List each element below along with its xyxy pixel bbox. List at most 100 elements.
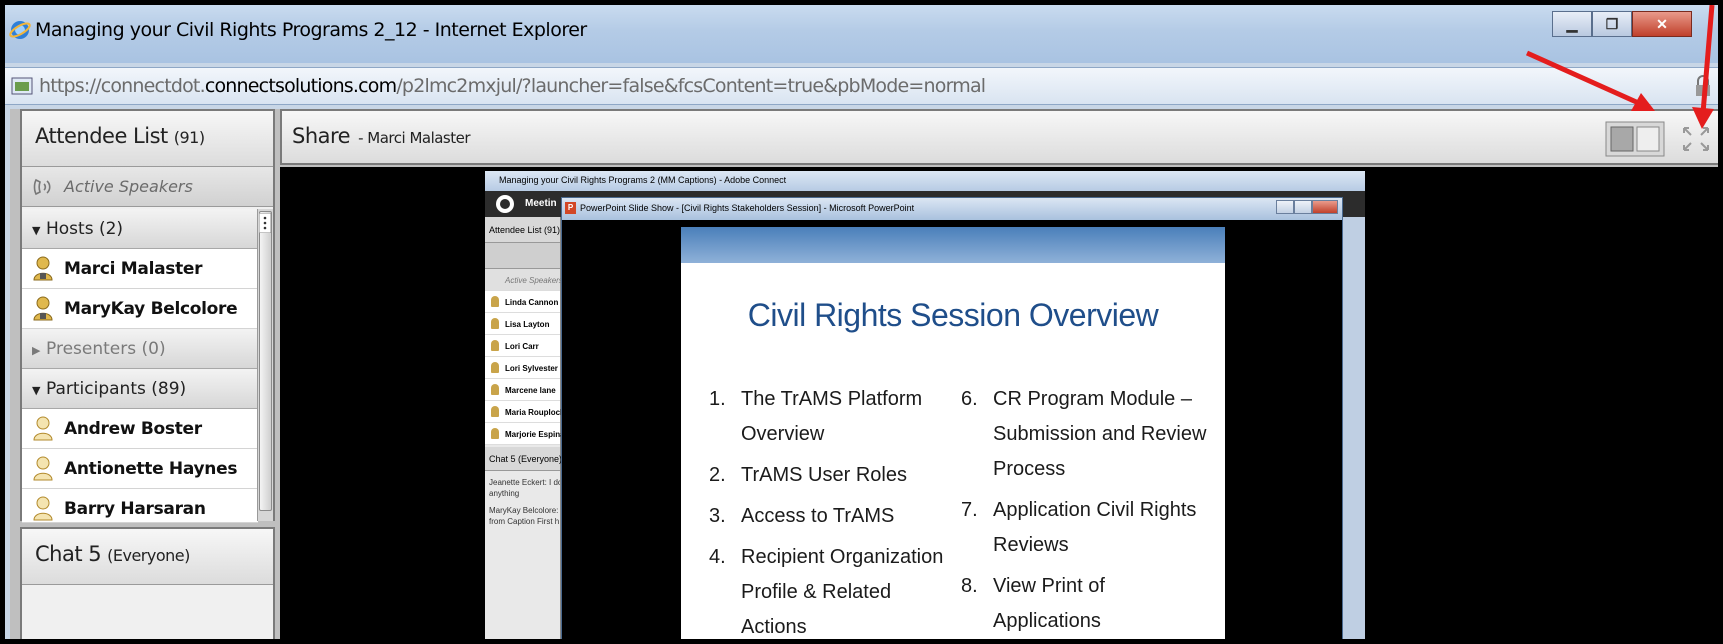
expanded-triangle-icon: ▼ — [32, 224, 41, 237]
window-controls: ▁ ❐ ✕ — [1552, 11, 1692, 37]
layout-toggle-icon[interactable] — [1605, 121, 1665, 157]
item-number: 4. — [709, 546, 726, 568]
share-presenter: - Marci Malaster — [358, 129, 471, 147]
attendee-name: Maria Rouploch — [505, 408, 566, 417]
host-icon — [491, 406, 499, 417]
fullscreen-icon[interactable] — [1679, 123, 1713, 155]
expanded-triangle-icon: ▼ — [32, 384, 41, 397]
nested-chat-messages: Jeanette Eckert: I do anything MaryKay B… — [485, 471, 560, 527]
list-item[interactable]: MaryKay Belcolore — [22, 289, 258, 329]
attendee-count: (91) — [173, 128, 205, 147]
slide-left-column: 1. The TrAMS Platform Overview 2. TrAMS Us… — [709, 382, 959, 639]
adobe-connect-logo-icon — [496, 195, 514, 213]
item-text: Recipient Organization Profile & Related… — [741, 546, 944, 638]
attendee-list-pod: Attendee List (91) Active Speakers ▼ Hosts… — [20, 109, 275, 523]
url-text[interactable]: https://connectdot.connectsolutions.com/… — [39, 75, 986, 97]
close-icon: ✕ — [1656, 15, 1668, 32]
lock-icon — [1696, 75, 1710, 96]
restore-icon — [1294, 200, 1312, 214]
group-hosts[interactable]: ▼ Hosts (2) — [22, 209, 258, 249]
host-icon — [491, 340, 499, 351]
url-domain: connectsolutions.com — [204, 75, 397, 97]
list-item: Lisa Layton — [485, 313, 560, 335]
attendee-name: Andrew Boster — [64, 419, 202, 439]
minimize-icon — [1276, 200, 1294, 214]
list-item: Linda Cannon — [485, 291, 560, 313]
slide-header-band — [681, 227, 1225, 263]
slide-item: 3. Access to TrAMS — [709, 499, 959, 534]
item-number: 3. — [709, 505, 726, 527]
attendee-name: Lori Sylvester — [505, 364, 558, 373]
scrollbar-thumb[interactable] — [259, 211, 272, 511]
share-pod-title: Share — [292, 124, 351, 148]
host-icon — [491, 362, 499, 373]
item-number: 1. — [709, 388, 726, 410]
group-label: Participants (89) — [46, 379, 187, 399]
item-number: 6. — [961, 388, 978, 410]
restore-button[interactable]: ❐ — [1592, 11, 1632, 37]
list-item[interactable]: Barry Harsaran — [22, 489, 258, 523]
minimize-icon: ▁ — [1566, 15, 1578, 32]
group-label: Presenters (0) — [46, 339, 166, 359]
powerpoint-icon: P — [565, 202, 576, 214]
list-item: Marjorie Espina — [485, 423, 565, 445]
slide: Civil Rights Session Overview 1. The TrAM… — [681, 227, 1225, 639]
address-bar[interactable]: https://connectdot.connectsolutions.com/… — [5, 67, 1718, 105]
slide-item: 1. The TrAMS Platform Overview — [709, 382, 959, 452]
attendee-pod-title: Attendee List — [35, 124, 168, 148]
attendee-scrollbar[interactable] — [257, 209, 273, 521]
close-button[interactable]: ✕ — [1632, 11, 1692, 37]
nested-tools — [485, 243, 560, 269]
item-text: Access to TrAMS — [741, 505, 895, 527]
list-item[interactable]: Andrew Boster — [22, 409, 258, 449]
attendee-name: Marcene lane — [505, 386, 556, 395]
group-presenters[interactable]: ▶ Presenters (0) — [22, 329, 258, 369]
url-prefix: https://connectdot. — [39, 75, 206, 97]
item-text: TrAMS User Roles — [741, 464, 907, 486]
internet-explorer-icon — [9, 21, 31, 39]
attendee-list: ▼ Hosts (2) Marci Malaster MaryKay Belcol… — [22, 209, 258, 523]
powerpoint-window-title: PowerPoint Slide Show - [Civil Rights St… — [580, 203, 915, 213]
nested-toolbar-label: Meetin — [525, 198, 557, 209]
participant-icon — [33, 416, 53, 441]
collapsed-triangle-icon: ▶ — [32, 344, 41, 357]
item-text: CR Program Module – Submission and Revie… — [993, 388, 1207, 480]
attendee-name: MaryKay Belcolore — [64, 299, 238, 319]
host-icon — [33, 256, 53, 281]
slide-item: 4. Recipient Organization Profile & Relat… — [709, 540, 959, 639]
item-text: View Print of Applications — [993, 575, 1105, 632]
list-item[interactable]: Antionette Haynes — [22, 449, 258, 489]
list-item: Marcene lane — [485, 379, 560, 401]
chat-pod: Chat 5 (Everyone) — [20, 527, 275, 639]
list-item: Maria Rouploch — [485, 401, 565, 423]
pod-options-icon[interactable] — [259, 213, 271, 233]
close-icon — [1312, 200, 1338, 214]
attendee-name: Marjorie Espina — [505, 430, 565, 439]
item-number: 8. — [961, 575, 978, 597]
speaker-icon — [33, 178, 51, 196]
attendee-name: Lori Carr — [505, 342, 539, 351]
item-number: 7. — [961, 499, 978, 521]
minimize-button[interactable]: ▁ — [1552, 11, 1592, 37]
attendee-name: Barry Harsaran — [64, 499, 206, 519]
host-icon — [33, 296, 53, 321]
host-icon — [491, 384, 499, 395]
attendee-name: Marci Malaster — [64, 259, 203, 279]
list-item[interactable]: Marci Malaster — [22, 249, 258, 289]
page-icon — [11, 77, 33, 95]
chat-scope: (Everyone) — [107, 546, 190, 565]
item-number: 2. — [709, 464, 726, 486]
nested-attendee-pod: Attendee List (91) Active Speakers Linda… — [485, 217, 565, 639]
group-label: Hosts (2) — [46, 219, 124, 239]
participant-icon — [33, 496, 53, 521]
slide-item: 7. Application Civil Rights Reviews — [961, 493, 1211, 563]
nested-chat-header: Chat 5 (Everyone) — [485, 447, 562, 471]
slide-item: 2. TrAMS User Roles — [709, 458, 959, 493]
nested-window-title: Managing your Civil Rights Programs 2 (M… — [485, 171, 1365, 191]
attendee-name: Antionette Haynes — [64, 459, 238, 479]
item-text: The TrAMS Platform Overview — [741, 388, 923, 445]
powerpoint-title-bar: P PowerPoint Slide Show - [Civil Rights … — [562, 198, 1342, 220]
group-participants[interactable]: ▼ Participants (89) — [22, 369, 258, 409]
url-path: /p2lmc2mxjul/?launcher=false&fcsContent=… — [396, 75, 986, 97]
item-text: Application Civil Rights Reviews — [993, 499, 1197, 556]
